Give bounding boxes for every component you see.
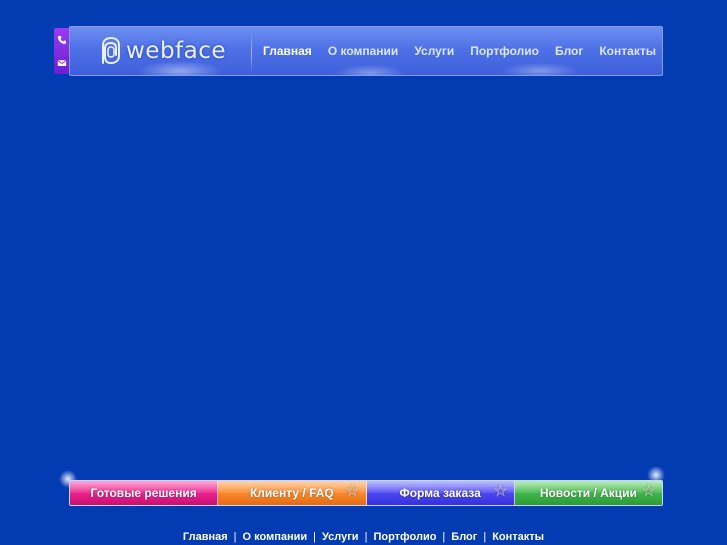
ready-solutions-button[interactable]: Готовые решения <box>70 481 219 505</box>
client-faq-button[interactable]: Клиенту / FAQ ☆ <box>218 481 367 505</box>
star-icon: ☆ <box>641 483 656 500</box>
order-form-label: Форма заказа <box>399 486 481 500</box>
footer-separator: | <box>364 531 368 543</box>
footer-nav-about[interactable]: О компании <box>243 531 308 543</box>
logo-mark-icon <box>102 36 120 65</box>
footer-separator: | <box>233 531 237 543</box>
top-nav-blog[interactable]: Блог <box>555 44 583 58</box>
top-nav-about[interactable]: О компании <box>328 44 399 58</box>
footer-nav-contacts[interactable]: Контакты <box>492 531 544 543</box>
client-faq-label: Клиенту / FAQ <box>249 486 334 500</box>
star-icon: ☆ <box>345 483 360 500</box>
star-icon: ☆ <box>493 483 508 500</box>
logo[interactable]: webface <box>98 35 226 67</box>
footer-nav: Главная | О компании | Услуги | Портфоли… <box>0 531 727 543</box>
footer-nav-services[interactable]: Услуги <box>322 531 359 543</box>
footer-separator: | <box>483 531 487 543</box>
site-header: webface Главная О компании Услуги Портфо… <box>69 26 663 76</box>
header-divider <box>251 33 252 73</box>
news-promo-button[interactable]: Новости / Акции ☆ <box>514 481 662 505</box>
top-nav: Главная О компании Услуги Портфолио Блог… <box>263 44 656 58</box>
phone-icon[interactable] <box>56 34 67 45</box>
logo-wordmark: webface <box>126 38 227 64</box>
mail-icon[interactable] <box>56 57 67 68</box>
footer-nav-blog[interactable]: Блог <box>451 531 477 543</box>
contact-strip <box>54 28 69 74</box>
news-promo-label: Новости / Акции <box>539 486 637 500</box>
top-nav-contacts[interactable]: Контакты <box>599 44 656 58</box>
top-nav-portfolio[interactable]: Портфолио <box>470 44 539 58</box>
top-nav-services[interactable]: Услуги <box>414 44 454 58</box>
footer-nav-portfolio[interactable]: Портфолио <box>373 531 436 543</box>
footer-separator: | <box>313 531 316 543</box>
footer-separator: | <box>442 531 446 543</box>
top-nav-home[interactable]: Главная <box>263 44 312 58</box>
ready-solutions-label: Готовые решения <box>90 486 197 500</box>
footer-nav-home[interactable]: Главная <box>183 531 228 543</box>
order-form-button[interactable]: Форма заказа ☆ <box>366 481 515 505</box>
feature-buttons: Готовые решения Клиенту / FAQ ☆ Форма за… <box>69 480 663 506</box>
